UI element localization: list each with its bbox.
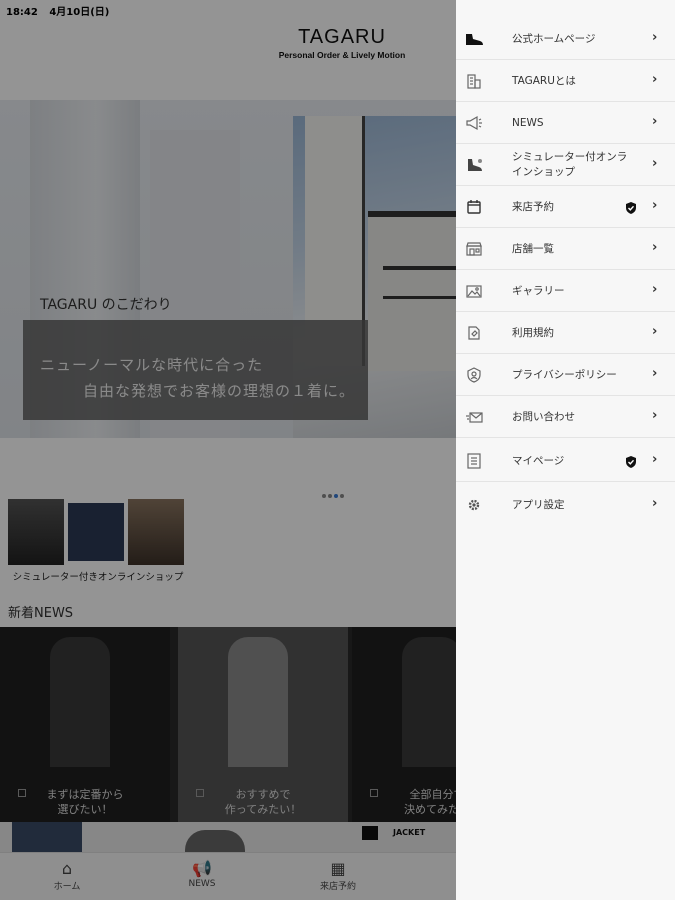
chevron-right-icon: › xyxy=(652,496,658,511)
image-icon xyxy=(464,281,484,301)
shoe-icon xyxy=(464,155,484,175)
side-drawer: 公式ホームページ › TAGARUとは › NEWS › シミュレーター付オンラ… xyxy=(456,0,675,900)
gear-icon xyxy=(464,495,484,515)
chevron-right-icon: › xyxy=(652,156,658,171)
drawer-item-label: 来店予約 xyxy=(512,200,554,213)
drawer-item-settings[interactable]: アプリ設定 › xyxy=(456,484,675,526)
drawer-item-label: マイページ xyxy=(512,454,565,467)
shoe-icon xyxy=(464,29,484,49)
drawer-item-terms[interactable]: 利用規約 › xyxy=(456,312,675,354)
drawer-item-news[interactable]: NEWS › xyxy=(456,102,675,144)
chevron-right-icon: › xyxy=(652,240,658,255)
drawer-item-label: 公式ホームページ xyxy=(512,32,596,45)
drawer-item-gallery[interactable]: ギャラリー › xyxy=(456,270,675,312)
drawer-item-official-site[interactable]: 公式ホームページ › xyxy=(456,18,675,60)
chevron-right-icon: › xyxy=(652,408,658,423)
chevron-right-icon: › xyxy=(652,198,658,213)
verified-shield-icon xyxy=(624,454,638,468)
drawer-item-label: シミュレーター付オンラインショップ xyxy=(512,151,628,178)
drawer-item-label: アプリ設定 xyxy=(512,498,565,511)
drawer-item-label: ギャラリー xyxy=(512,284,565,297)
chevron-right-icon: › xyxy=(652,366,658,381)
store-icon xyxy=(464,239,484,259)
drawer-item-label: お問い合わせ xyxy=(512,410,575,423)
drawer-item-label: プライバシーポリシー xyxy=(512,368,617,381)
chevron-right-icon: › xyxy=(652,114,658,129)
drawer-item-online-shop[interactable]: シミュレーター付オンラインショップ › xyxy=(456,144,675,186)
mail-icon xyxy=(464,407,484,427)
drawer-item-label: 利用規約 xyxy=(512,326,554,339)
chevron-right-icon: › xyxy=(652,324,658,339)
calendar-icon xyxy=(464,197,484,217)
drawer-item-stores[interactable]: 店舗一覧 › xyxy=(456,228,675,270)
drawer-item-privacy[interactable]: プライバシーポリシー › xyxy=(456,354,675,396)
drawer-item-reservation[interactable]: 来店予約 › xyxy=(456,186,675,228)
list-icon xyxy=(464,451,484,471)
megaphone-icon xyxy=(464,113,484,133)
chevron-right-icon: › xyxy=(652,282,658,297)
chevron-right-icon: › xyxy=(652,72,658,87)
drawer-item-label: 店舗一覧 xyxy=(512,242,554,255)
shield-icon xyxy=(464,365,484,385)
document-icon xyxy=(464,323,484,343)
drawer-item-about[interactable]: TAGARUとは › xyxy=(456,60,675,102)
chevron-right-icon: › xyxy=(652,452,658,467)
drawer-item-label: NEWS xyxy=(512,116,544,129)
drawer-item-mypage[interactable]: マイページ › xyxy=(456,440,675,482)
verified-shield-icon xyxy=(624,200,638,214)
drawer-item-contact[interactable]: お問い合わせ › xyxy=(456,396,675,438)
building-icon xyxy=(464,71,484,91)
chevron-right-icon: › xyxy=(652,30,658,45)
drawer-item-label: TAGARUとは xyxy=(512,74,576,87)
